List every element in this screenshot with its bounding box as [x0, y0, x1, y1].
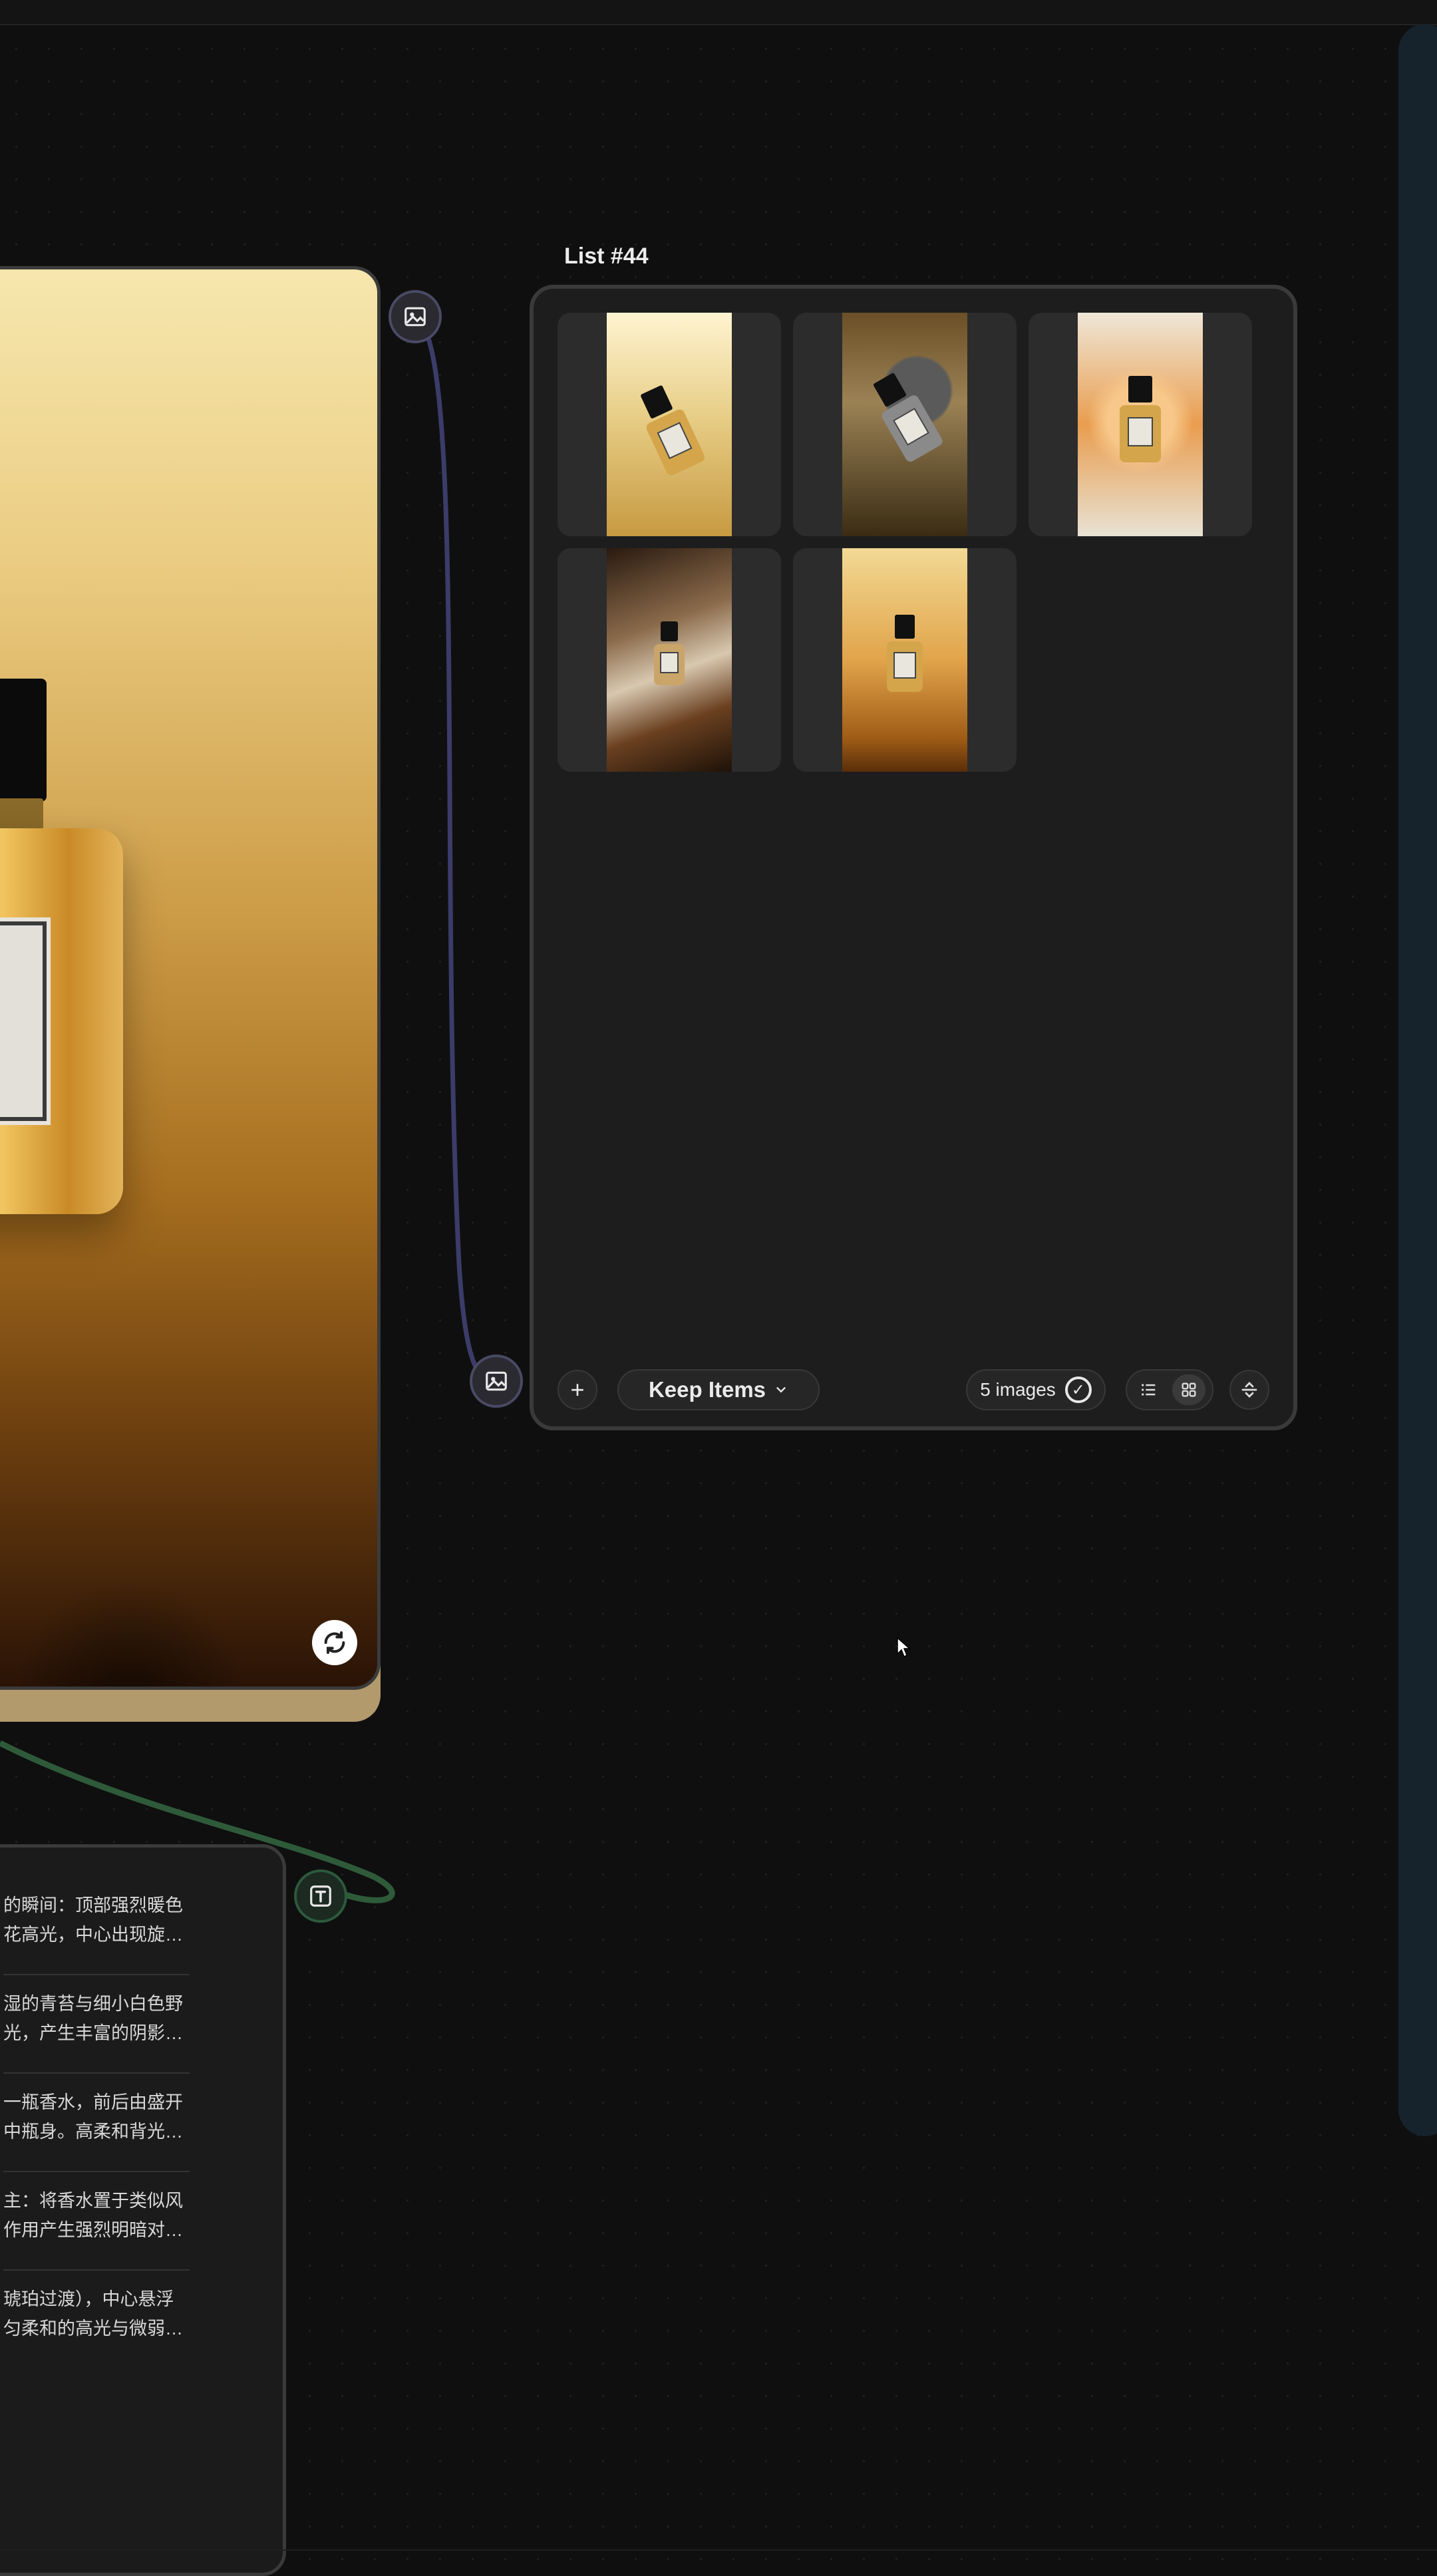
bottle-cap: [0, 679, 47, 802]
thumbnail-image: [842, 313, 967, 536]
thumbnail-3[interactable]: [1029, 313, 1252, 536]
list-view-button[interactable]: [1132, 1374, 1166, 1405]
mini-bottle: [654, 621, 685, 685]
prompt-item-1-line1[interactable]: 的瞬间：顶部强烈暖色: [3, 1891, 216, 1919]
image-count-label: 5 images: [980, 1379, 1056, 1400]
list-view-icon: [1142, 1384, 1156, 1396]
perfume-bottle: AL: [0, 828, 123, 1214]
text-output-port[interactable]: [294, 1869, 347, 1923]
thumbnail-image: [1078, 313, 1203, 536]
prompt-divider: [3, 2269, 190, 2271]
image-preview-node[interactable]: AL: [0, 266, 381, 1690]
bottom-edge: [0, 2549, 1437, 2551]
image-output-port[interactable]: [389, 290, 442, 343]
prompt-item-4-line2[interactable]: 作用产生强烈明暗对…: [3, 2216, 216, 2244]
bottle-label: AL: [0, 921, 47, 1121]
image-wire: [414, 315, 497, 1384]
thumbnail-image: [607, 548, 732, 772]
prompt-list-node[interactable]: 的瞬间：顶部强烈暖色 花高光，中心出现旋… 湿的青苔与细小白色野 光，产生丰富的…: [0, 1844, 286, 2576]
prompt-divider: [3, 1974, 190, 1975]
mini-bottle: [632, 381, 707, 478]
chevron-down-icon: [776, 1387, 786, 1393]
collapse-button[interactable]: [1229, 1370, 1269, 1410]
grid-view-icon: [1182, 1382, 1196, 1397]
image-count-badge[interactable]: 5 images ✓: [966, 1369, 1106, 1410]
prompt-divider: [3, 2171, 190, 2172]
thumbnail-2[interactable]: [793, 313, 1017, 536]
view-toggle: [1126, 1369, 1213, 1410]
text-port-icon: [310, 1885, 331, 1907]
prompt-item-5-line1[interactable]: 琥珀过渡），中心悬浮: [3, 2285, 216, 2313]
refresh-button[interactable]: [312, 1620, 357, 1665]
prompt-item-5-line2[interactable]: 匀柔和的高光与微弱…: [3, 2315, 216, 2342]
list-node[interactable]: + Keep Items 5 images ✓: [530, 285, 1297, 1430]
prompt-item-2-line2[interactable]: 光，产生丰富的阴影…: [3, 2019, 216, 2047]
add-item-button[interactable]: +: [558, 1370, 597, 1410]
thumbnail-5[interactable]: [793, 548, 1017, 772]
prompt-item-2-line1[interactable]: 湿的青苔与细小白色野: [3, 1990, 216, 2018]
prompt-item-1-line2[interactable]: 花高光，中心出现旋…: [3, 1921, 216, 1949]
image-input-port[interactable]: [470, 1355, 523, 1408]
thumbnail-4[interactable]: [558, 548, 781, 772]
prompt-item-3-line2[interactable]: 中瓶身。高柔和背光…: [3, 2118, 216, 2146]
thumbnail-image: [842, 548, 967, 772]
prompt-item-3-line1[interactable]: 一瓶香水，前后由盛开: [3, 2088, 216, 2116]
grid-view-button[interactable]: [1172, 1374, 1205, 1405]
plus-icon: +: [570, 1376, 585, 1403]
mini-bottle: [1120, 376, 1161, 462]
collapse-icon: [1241, 1382, 1257, 1398]
prompt-divider: [3, 2072, 190, 2074]
mini-bottle: [866, 368, 945, 464]
list-node-title: List #44: [564, 243, 649, 269]
thumbnail-image: [607, 313, 732, 536]
mini-bottle: [887, 615, 923, 692]
keep-items-label: Keep Items: [648, 1377, 766, 1402]
mouse-cursor-icon: [897, 1637, 911, 1658]
thumbnail-1[interactable]: [558, 313, 781, 536]
image-port-icon: [404, 307, 426, 327]
prompt-item-4-line1[interactable]: 主：将香水置于类似风: [3, 2187, 216, 2215]
list-toolbar: + Keep Items 5 images ✓: [534, 1363, 1293, 1416]
bottle-label-text: AL: [0, 999, 57, 1033]
refresh-icon: [324, 1631, 345, 1654]
check-circle-icon: ✓: [1064, 1376, 1092, 1403]
keep-items-dropdown[interactable]: Keep Items: [617, 1369, 820, 1410]
image-port-icon: [486, 1371, 507, 1391]
